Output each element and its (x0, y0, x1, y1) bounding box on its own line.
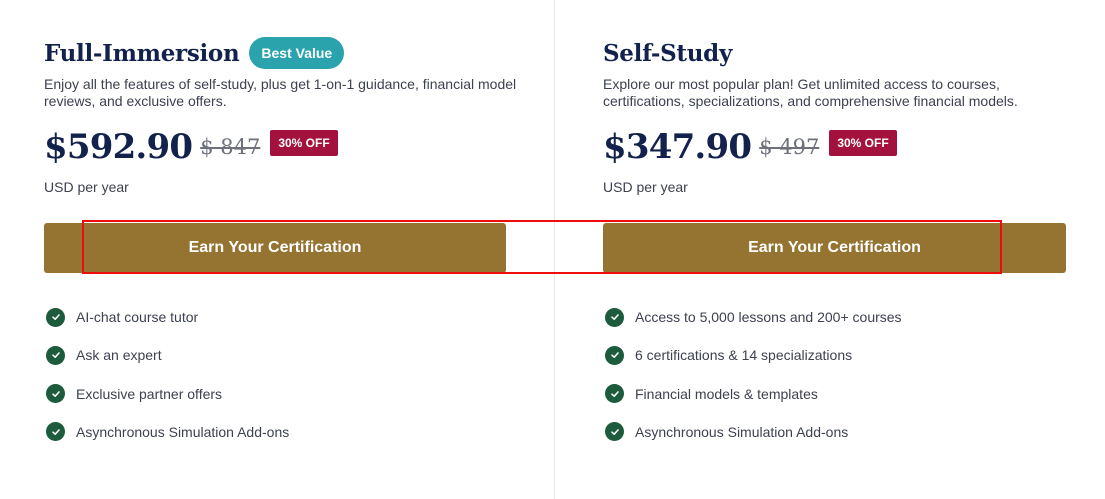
price-row: $347.90 $ 497 30% OFF (603, 127, 897, 167)
feature-label: 6 certifications & 14 specializations (635, 347, 853, 364)
check-circle-icon (46, 384, 65, 404)
best-value-badge: Best Value (249, 37, 345, 69)
feature-item: Ask an expert (46, 343, 289, 367)
feature-label: Asynchronous Simulation Add-ons (76, 423, 290, 440)
billing-period: USD per year (44, 179, 129, 195)
check-circle-icon (46, 422, 65, 442)
plan-description: Enjoy all the features of self-study, pl… (44, 76, 517, 109)
feature-list: AI-chat course tutor Ask an expert Exclu… (46, 305, 289, 458)
earn-certification-button-self-study[interactable]: Earn Your Certification (603, 223, 1066, 273)
discount-badge: 30% OFF (829, 130, 897, 156)
feature-item: Asynchronous Simulation Add-ons (605, 420, 902, 444)
plan-title: Self-Study (603, 39, 733, 67)
plan-price: $592.90 (44, 127, 193, 167)
plan-original-price: $ 497 (759, 135, 820, 159)
check-circle-icon (605, 307, 624, 327)
feature-item: Access to 5,000 lessons and 200+ courses (605, 305, 902, 329)
feature-label: Ask an expert (76, 347, 162, 364)
feature-label: Exclusive partner offers (76, 385, 223, 402)
billing-period: USD per year (603, 179, 688, 195)
feature-list: Access to 5,000 lessons and 200+ courses… (605, 305, 902, 458)
check-circle-icon (46, 307, 65, 327)
feature-label: Financial models & templates (635, 385, 818, 402)
check-circle-icon (605, 345, 624, 365)
plan-title: Full-Immersion (44, 39, 240, 67)
check-circle-icon (46, 345, 65, 365)
plan-original-price: $ 847 (200, 135, 261, 159)
feature-item: 6 certifications & 14 specializations (605, 343, 902, 367)
plan-description: Explore our most popular plan! Get unlim… (603, 76, 1018, 109)
column-divider (554, 0, 555, 499)
feature-item: Exclusive partner offers (46, 382, 289, 406)
feature-item: Financial models & templates (605, 382, 902, 406)
price-row: $592.90 $ 847 30% OFF (44, 127, 338, 167)
plan-title-row: Self-Study (603, 36, 732, 70)
feature-label: Access to 5,000 lessons and 200+ courses (635, 309, 902, 325)
earn-certification-button-full-immersion[interactable]: Earn Your Certification (44, 223, 506, 273)
check-circle-icon (605, 422, 624, 442)
plan-title-row: Full-Immersion Best Value (44, 36, 345, 70)
feature-label: Asynchronous Simulation Add-ons (635, 423, 849, 440)
discount-badge: 30% OFF (270, 130, 338, 156)
check-circle-icon (605, 384, 624, 404)
feature-label: AI-chat course tutor (76, 309, 199, 325)
feature-item: AI-chat course tutor (46, 305, 289, 329)
feature-item: Asynchronous Simulation Add-ons (46, 420, 289, 444)
plan-price: $347.90 (603, 127, 752, 167)
